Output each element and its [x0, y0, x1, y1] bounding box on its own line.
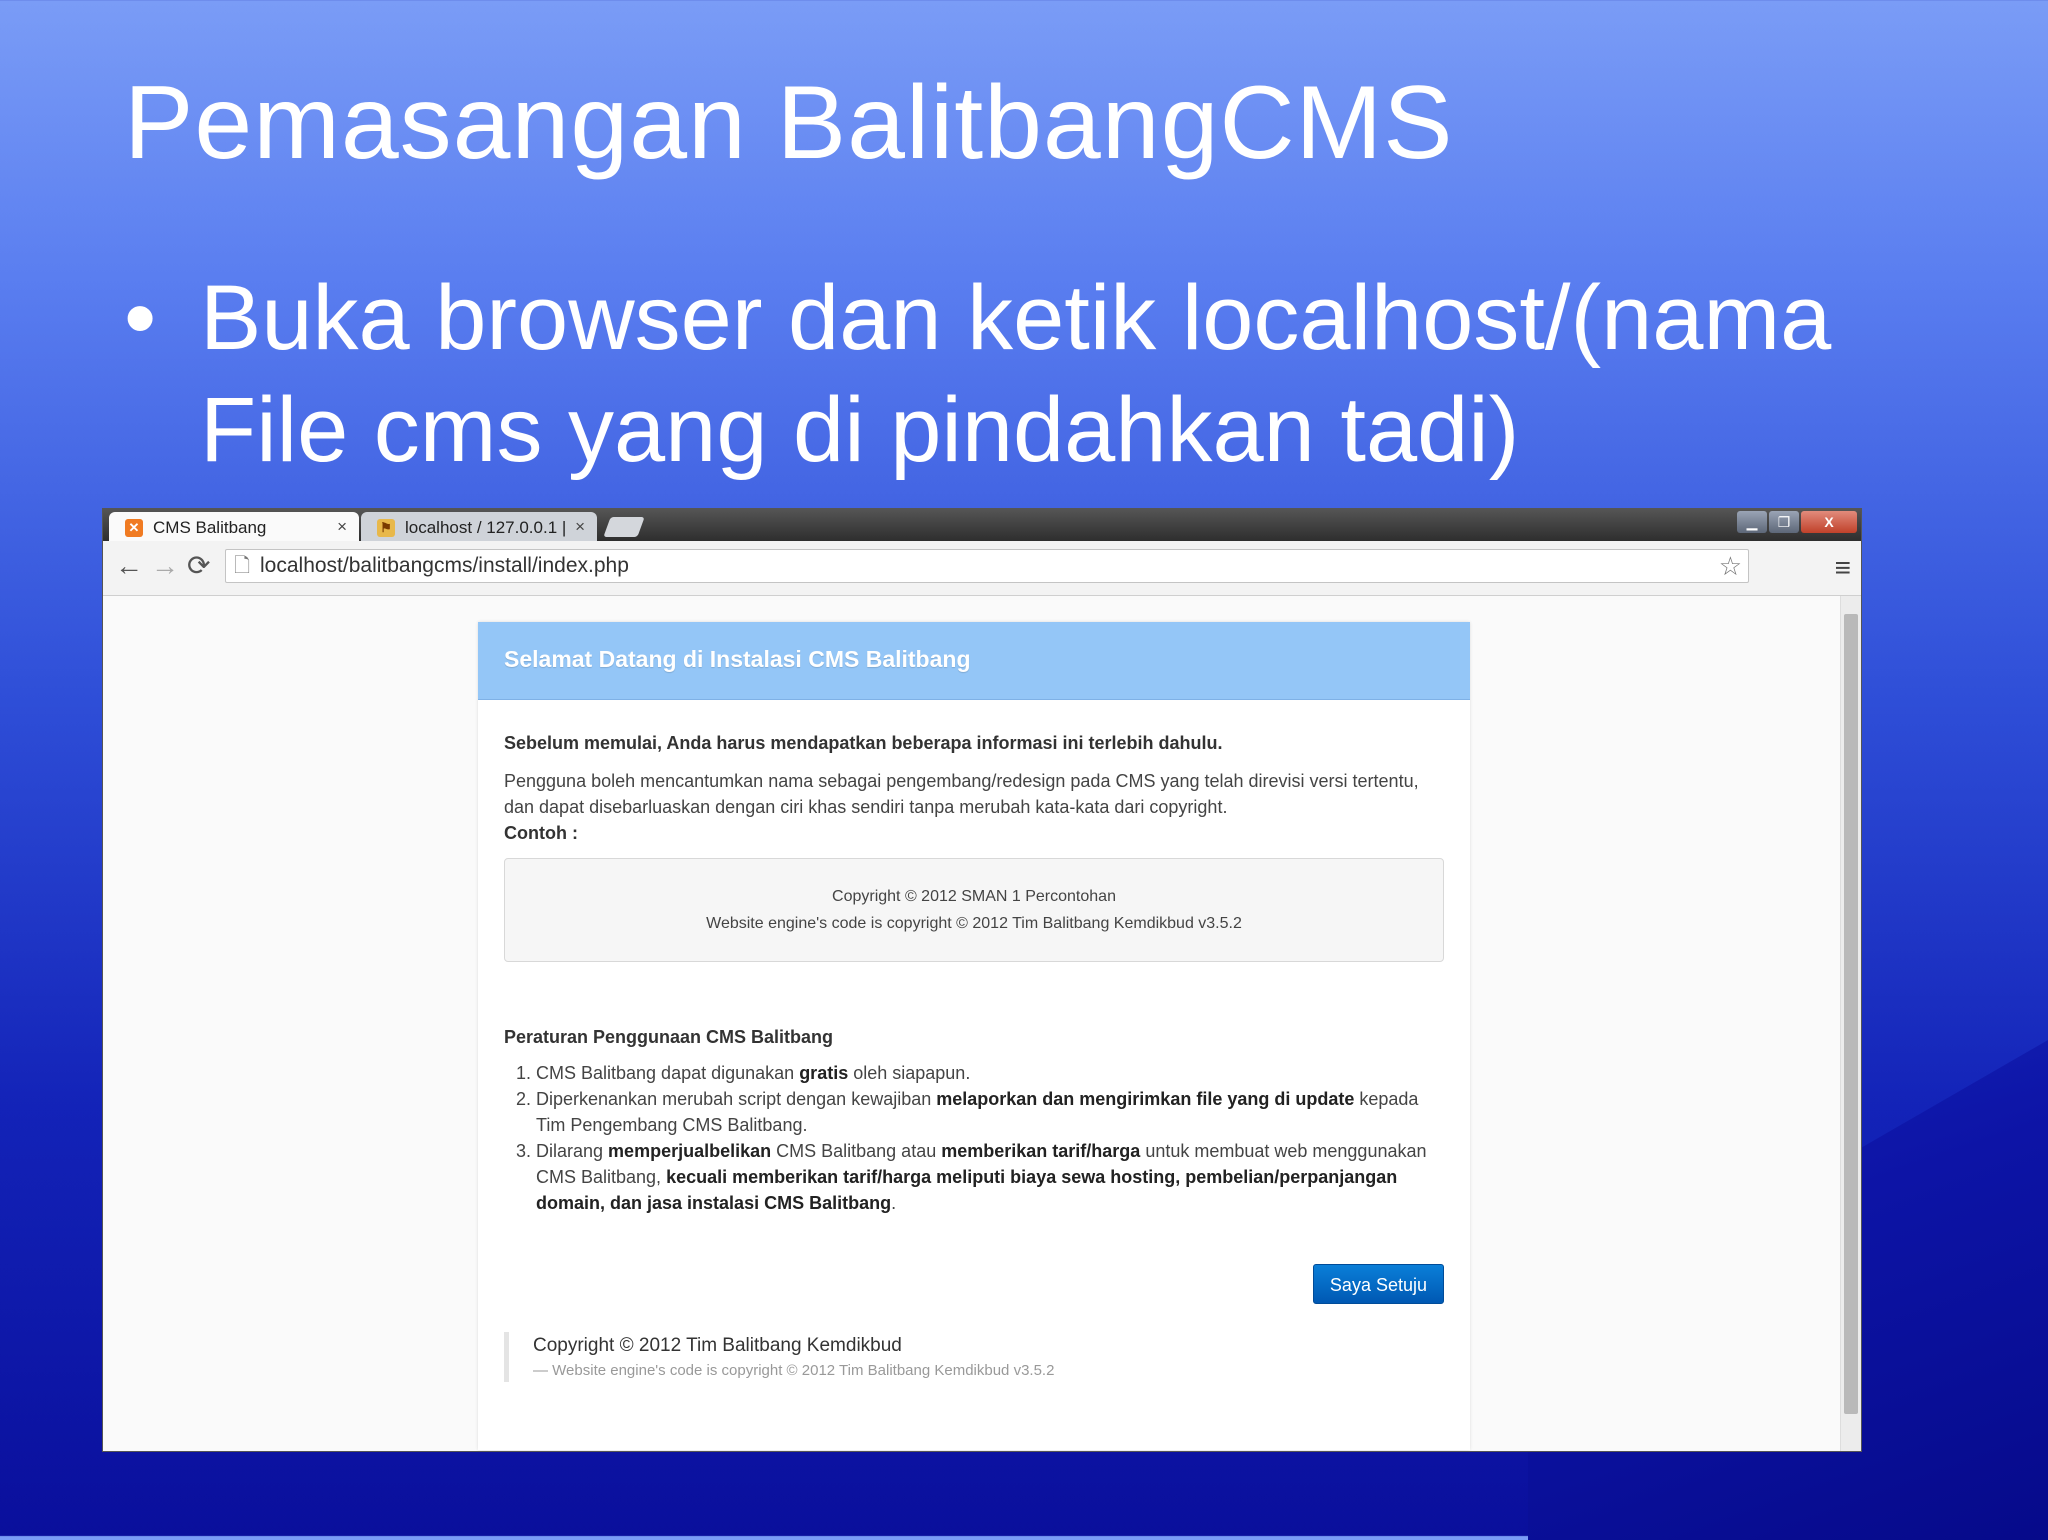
- rule-bold: gratis: [799, 1063, 849, 1083]
- window-controls: ▁ ❐ X: [1735, 511, 1857, 533]
- vertical-scrollbar[interactable]: [1840, 596, 1861, 1451]
- rule-bold: memberikan tarif/harga: [941, 1141, 1141, 1161]
- restore-button[interactable]: ❐: [1769, 511, 1799, 533]
- tab-close-icon[interactable]: ×: [575, 517, 585, 537]
- bullet-text: Buka browser dan ketik localhost/(nama F…: [200, 267, 1832, 481]
- page-icon: 🗋: [234, 555, 251, 577]
- browser-toolbar: ← → ⟳ 🗋 localhost/balitbangcms/install/i…: [103, 541, 1861, 596]
- back-arrow-icon[interactable]: ←: [115, 551, 143, 581]
- rule-item: Dilarang memperjualbelikan CMS Balitbang…: [536, 1138, 1444, 1216]
- slide-title: Pemasangan BalitbangCMS: [124, 65, 1454, 181]
- cms-favicon-icon: ✕: [125, 519, 143, 537]
- intro-text: Sebelum memulai, Anda harus mendapatkan …: [504, 733, 1223, 753]
- example-label: Contoh :: [504, 823, 578, 843]
- agree-button[interactable]: Saya Setuju: [1312, 1264, 1444, 1304]
- rules-title: Peraturan Penggunaan CMS Balitbang: [504, 1027, 834, 1047]
- rules-list: CMS Balitbang dapat digunakan gratis ole…: [504, 1060, 1444, 1216]
- rule-item: CMS Balitbang dapat digunakan gratis ole…: [536, 1060, 1444, 1086]
- forward-arrow-icon[interactable]: →: [151, 551, 179, 581]
- rule-bold: kecuali memberikan tarif/harga meliputi …: [536, 1167, 1398, 1213]
- close-window-button[interactable]: X: [1801, 511, 1857, 533]
- tab-label: CMS Balitbang: [153, 518, 267, 537]
- tab-cms-balitbang[interactable]: ✕ CMS Balitbang ×: [109, 512, 359, 541]
- rule-text: Dilarang: [536, 1141, 609, 1161]
- footer-main: Copyright © 2012 Tim Balitbang Kemdikbud: [533, 1335, 902, 1356]
- address-bar[interactable]: 🗋 localhost/balitbangcms/install/index.p…: [225, 549, 1749, 583]
- rule-text: oleh siapapun.: [848, 1063, 971, 1083]
- browser-titlebar: ✕ CMS Balitbang × ⚑ localhost / 127.0.0.…: [103, 509, 1861, 557]
- example-line-1: Copyright © 2012 SMAN 1 Percontohan: [832, 888, 1116, 905]
- bookmark-star-icon[interactable]: ☆: [1719, 550, 1742, 582]
- new-tab-button[interactable]: [603, 517, 645, 537]
- rule-bold: memperjualbelikan: [608, 1141, 772, 1161]
- address-url[interactable]: localhost/balitbangcms/install/index.php: [260, 550, 629, 582]
- install-body: Sebelum memulai, Anda harus mendapatkan …: [478, 700, 1470, 1382]
- rule-text: CMS Balitbang atau: [771, 1141, 942, 1161]
- install-header: Selamat Datang di Instalasi CMS Balitban…: [478, 622, 1470, 700]
- scrollbar-thumb[interactable]: [1844, 614, 1858, 1414]
- reload-icon[interactable]: ⟳: [187, 551, 210, 581]
- install-card: Selamat Datang di Instalasi CMS Balitban…: [478, 622, 1470, 1450]
- rule-item: Diperkenankan merubah script dengan kewa…: [536, 1086, 1444, 1138]
- description-text: Pengguna boleh mencantumkan nama sebagai…: [504, 771, 1419, 817]
- page-viewport: Selamat Datang di Instalasi CMS Balitban…: [103, 596, 1861, 1451]
- tab-phpmyadmin[interactable]: ⚑ localhost / 127.0.0.1 | php ×: [361, 512, 597, 557]
- tab-close-icon[interactable]: ×: [337, 517, 347, 537]
- agree-row: Saya Setuju: [504, 1264, 1444, 1324]
- minimize-button[interactable]: ▁: [1737, 511, 1767, 533]
- bullet-dot: •: [124, 267, 157, 369]
- example-copyright-box: Copyright © 2012 SMAN 1 Percontohan Webs…: [504, 858, 1444, 962]
- footer-sub: — Website engine's code is copyright © 2…: [533, 1362, 1055, 1379]
- rule-text: Diperkenankan merubah script dengan kewa…: [536, 1089, 937, 1109]
- slide-bullet: • Buka browser dan ketik localhost/(nama…: [124, 262, 1924, 486]
- rule-bold: melaporkan dan mengirimkan file yang di …: [936, 1089, 1355, 1109]
- phpmyadmin-favicon-icon: ⚑: [377, 519, 395, 537]
- rule-text: .: [891, 1193, 897, 1213]
- example-line-2: Website engine's code is copyright © 201…: [706, 915, 1242, 932]
- menu-icon[interactable]: ≡: [1835, 553, 1851, 583]
- browser-window: ✕ CMS Balitbang × ⚑ localhost / 127.0.0.…: [102, 508, 1862, 1452]
- rule-text: CMS Balitbang dapat digunakan: [536, 1063, 800, 1083]
- footer-copyright: Copyright © 2012 Tim Balitbang Kemdikbud…: [504, 1332, 1444, 1382]
